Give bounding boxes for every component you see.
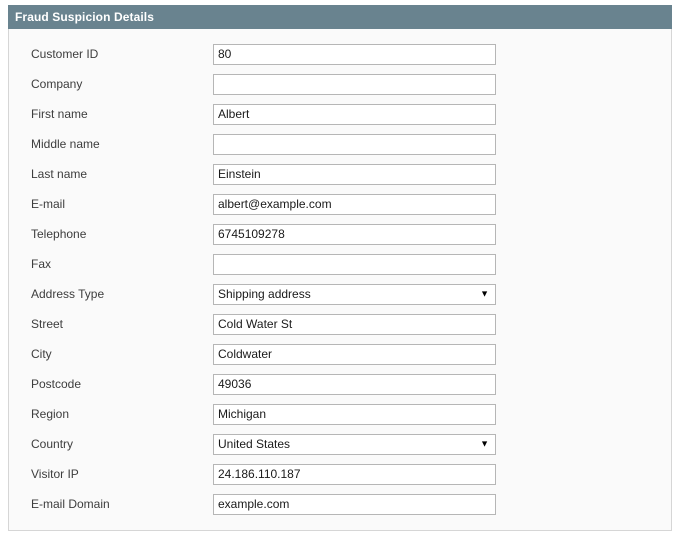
field-label: E-mail Domain [31,497,110,511]
field-value: Shipping address [218,286,311,301]
input-company[interactable] [213,73,496,95]
select-address-type[interactable]: Shipping address ▼ [213,283,496,305]
input-middle-name[interactable] [213,133,496,155]
input-first-name[interactable]: Albert [213,103,496,125]
field-label: City [31,347,52,361]
form-row: Region Michigan [9,399,671,429]
form-row: Street Cold Water St [9,309,671,339]
field-value: 80 [218,46,232,61]
panel-body: Customer ID 80 Company First name Albert Midd… [8,29,672,531]
input-last-name[interactable]: Einstein [213,163,496,185]
form-row: Fax [9,249,671,279]
input-region[interactable]: Michigan [213,403,496,425]
field-value: 6745109278 [218,226,285,241]
form-row: Telephone 6745109278 [9,219,671,249]
field-value: Michigan [218,406,267,421]
form-row: Country United States ▼ [9,429,671,459]
form-row: Postcode 49036 [9,369,671,399]
input-customer-id[interactable]: 80 [213,43,496,65]
input-fax[interactable] [213,253,496,275]
field-value: Albert [218,106,250,121]
form-row: E-mail albert@example.com [9,189,671,219]
input-street[interactable]: Cold Water St [213,313,496,335]
field-label: Postcode [31,377,82,391]
field-value: example.com [218,496,290,511]
field-label: Address Type [31,287,105,301]
field-value: 24.186.110.187 [218,466,301,481]
field-label: Telephone [31,227,87,241]
field-value: 49036 [218,376,252,391]
input-e-mail-domain[interactable]: example.com [213,493,496,515]
field-value: Einstein [218,166,261,181]
panel-title: Fraud Suspicion Details [8,5,672,29]
input-city[interactable]: Coldwater [213,343,496,365]
form-row: Last name Einstein [9,159,671,189]
field-label: Fax [31,257,52,271]
field-value: Coldwater [218,346,273,361]
fraud-suspicion-panel: Fraud Suspicion Details Customer ID 80 Com… [8,5,672,531]
form-row: Address Type Shipping address ▼ [9,279,671,309]
field-value: Cold Water St [218,316,293,331]
form-row: Company [9,69,671,99]
field-label: Street [31,317,64,331]
field-value: United States [218,436,291,451]
form-row: E-mail Domain example.com [9,489,671,519]
fraud-details-form: Customer ID 80 Company First name Albert Midd… [9,39,671,519]
form-row: Middle name [9,129,671,159]
form-row: First name Albert [9,99,671,129]
form-row: City Coldwater [9,339,671,369]
form-row: Visitor IP 24.186.110.187 [9,459,671,489]
field-label: Country [31,437,74,451]
input-telephone[interactable]: 6745109278 [213,223,496,245]
field-label: Visitor IP [31,467,79,481]
input-postcode[interactable]: 49036 [213,373,496,395]
select-country[interactable]: United States ▼ [213,433,496,455]
field-value: albert@example.com [218,196,332,211]
field-label: Last name [31,167,88,181]
field-label: Customer ID [31,47,99,61]
field-label: First name [31,107,88,121]
field-label: Company [31,77,83,91]
field-label: Region [31,407,70,421]
chevron-down-icon[interactable]: ▼ [480,289,489,299]
field-label: E-mail [31,197,66,211]
form-row: Customer ID 80 [9,39,671,69]
input-e-mail[interactable]: albert@example.com [213,193,496,215]
field-label: Middle name [31,137,100,151]
input-visitor-ip[interactable]: 24.186.110.187 [213,463,496,485]
chevron-down-icon[interactable]: ▼ [480,439,489,449]
